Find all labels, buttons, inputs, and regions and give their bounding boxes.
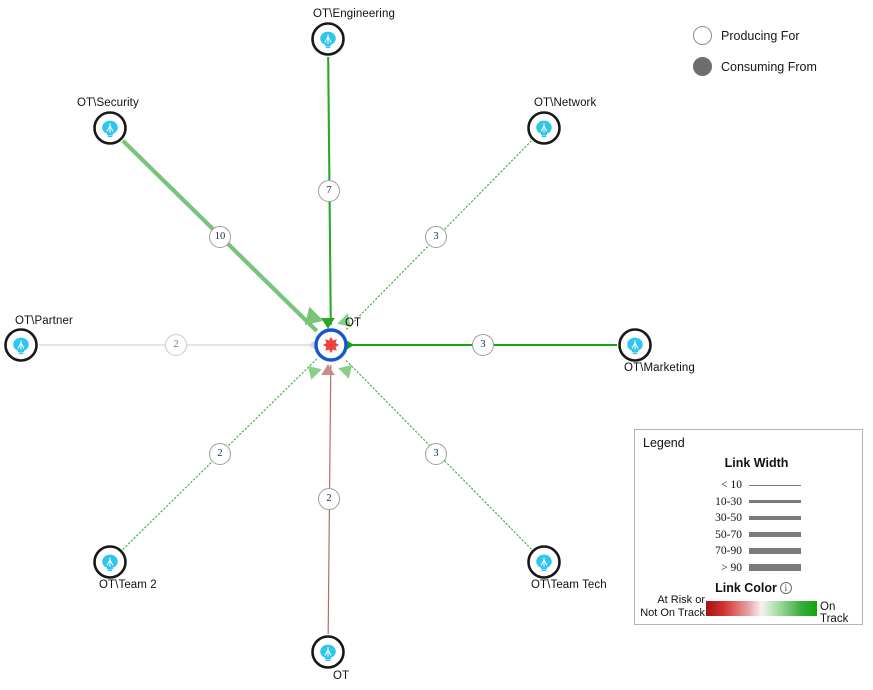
lightbulb-base-2 — [541, 569, 547, 572]
link-width-bar — [749, 548, 801, 554]
edge-value-badge-network[interactable]: 3 — [425, 226, 447, 248]
lightbulb-base-1 — [540, 133, 548, 135]
link-color-right-label: On Track — [820, 601, 849, 625]
lightbulb-base-2 — [107, 569, 113, 572]
link-width-row: > 90 — [697, 560, 857, 576]
link-width-bar — [749, 500, 801, 503]
node-label-partner: OT\Partner — [15, 315, 73, 327]
link-width-label: 50-70 — [715, 528, 742, 541]
lightbulb-base-1 — [324, 44, 332, 46]
link-width-row: 30-50 — [697, 510, 857, 526]
node-partner[interactable] — [4, 328, 38, 362]
link-width-label: 10-30 — [715, 495, 742, 508]
link-color-gradient-bar — [706, 601, 817, 616]
node-engineering[interactable] — [311, 22, 345, 56]
arrow-ot-bottom — [321, 364, 335, 375]
link-color-left-label: At Risk or Not On Track — [637, 594, 705, 620]
info-icon[interactable]: i — [779, 582, 792, 594]
node-security[interactable] — [93, 111, 127, 145]
lightbulb-base-1 — [324, 657, 332, 659]
edge-value-badge-security[interactable]: 10 — [209, 226, 231, 248]
node-label-teamtech: OT\Team Tech — [531, 579, 607, 591]
link-width-bar — [749, 516, 801, 520]
node-teamtech[interactable] — [527, 545, 561, 579]
node-team2[interactable] — [93, 545, 127, 579]
link-width-label: < 10 — [721, 479, 742, 491]
lightbulb-base-2 — [18, 352, 24, 355]
link-color-title-text: Link Color — [715, 581, 777, 595]
arrow-engineering — [321, 318, 335, 329]
link-color-left-label-line2: Not On Track — [640, 607, 705, 619]
arrow-security — [305, 306, 324, 325]
lightbulb-base-2 — [325, 659, 331, 662]
link-color-title: Link Color i — [635, 581, 864, 595]
link-width-bar — [749, 563, 801, 572]
legend-panel: Legend Link Width < 10 10-30 30-50 50-70 70-… — [634, 429, 863, 625]
hollow-circle-icon — [693, 26, 712, 45]
node-marketing[interactable] — [618, 328, 652, 362]
link-width-label: 70-90 — [715, 545, 742, 557]
direction-key-item-consuming[interactable]: Consuming From — [693, 51, 873, 82]
edge-value-badge-marketing[interactable]: 3 — [472, 334, 494, 356]
link-width-bar — [749, 484, 801, 486]
node-label-team2: OT\Team 2 — [99, 579, 157, 591]
lightbulb-base-1 — [17, 350, 25, 352]
node-label-security: OT\Security — [77, 97, 139, 109]
node-ot-bottom[interactable] — [311, 635, 345, 669]
link-width-title: Link Width — [724, 456, 789, 470]
node-label-marketing: OT\Marketing — [624, 362, 695, 374]
edge-value-badge-teamtech[interactable]: 3 — [425, 443, 447, 465]
lightbulb-base-1 — [106, 567, 114, 569]
link-width-label: > 90 — [721, 561, 742, 574]
direction-key-label-consuming: Consuming From — [721, 59, 817, 74]
link-width-bar — [749, 532, 801, 537]
link-width-row: 70-90 — [697, 543, 857, 559]
lightbulb-base-2 — [325, 46, 331, 49]
lightbulb-base-2 — [107, 135, 113, 138]
node-center[interactable] — [314, 328, 348, 362]
lightbulb-base-1 — [631, 350, 639, 352]
lightbulb-base-1 — [106, 133, 114, 135]
edge-value-badge-ot-bottom[interactable]: 2 — [318, 488, 340, 510]
edge-value-badge-partner[interactable]: 2 — [165, 334, 187, 356]
link-width-label: 30-50 — [715, 512, 742, 524]
link-color-left-label-line1: At Risk or — [657, 594, 705, 606]
edge-value-badge-team2[interactable]: 2 — [209, 443, 231, 465]
lightbulb-base-2 — [632, 352, 638, 355]
link-width-row: 10-30 — [697, 494, 857, 510]
direction-key-label-producing: Producing For — [721, 28, 800, 43]
direction-key-item-producing[interactable]: Producing For — [693, 20, 873, 51]
starburst-icon — [322, 336, 340, 354]
node-label-network: OT\Network — [534, 97, 597, 109]
node-label-center: OT — [345, 317, 362, 329]
link-width-row: 50-70 — [697, 527, 857, 543]
lightbulb-base-1 — [540, 567, 548, 569]
node-network[interactable] — [527, 111, 561, 145]
link-width-row: < 10 — [697, 477, 857, 493]
edge-value-badge-engineering[interactable]: 7 — [318, 180, 340, 202]
lightbulb-base-2 — [541, 135, 547, 138]
legend-title: Legend — [643, 436, 685, 450]
node-label-engineering: OT\Engineering — [313, 8, 395, 20]
direction-key: Producing For Consuming From — [693, 20, 873, 82]
graph-canvas[interactable]: OT\Engineering OT\Security OT\Network OT\Pa… — [0, 0, 873, 690]
filled-circle-icon — [693, 57, 712, 76]
node-label-ot-bottom: OT — [333, 670, 350, 682]
